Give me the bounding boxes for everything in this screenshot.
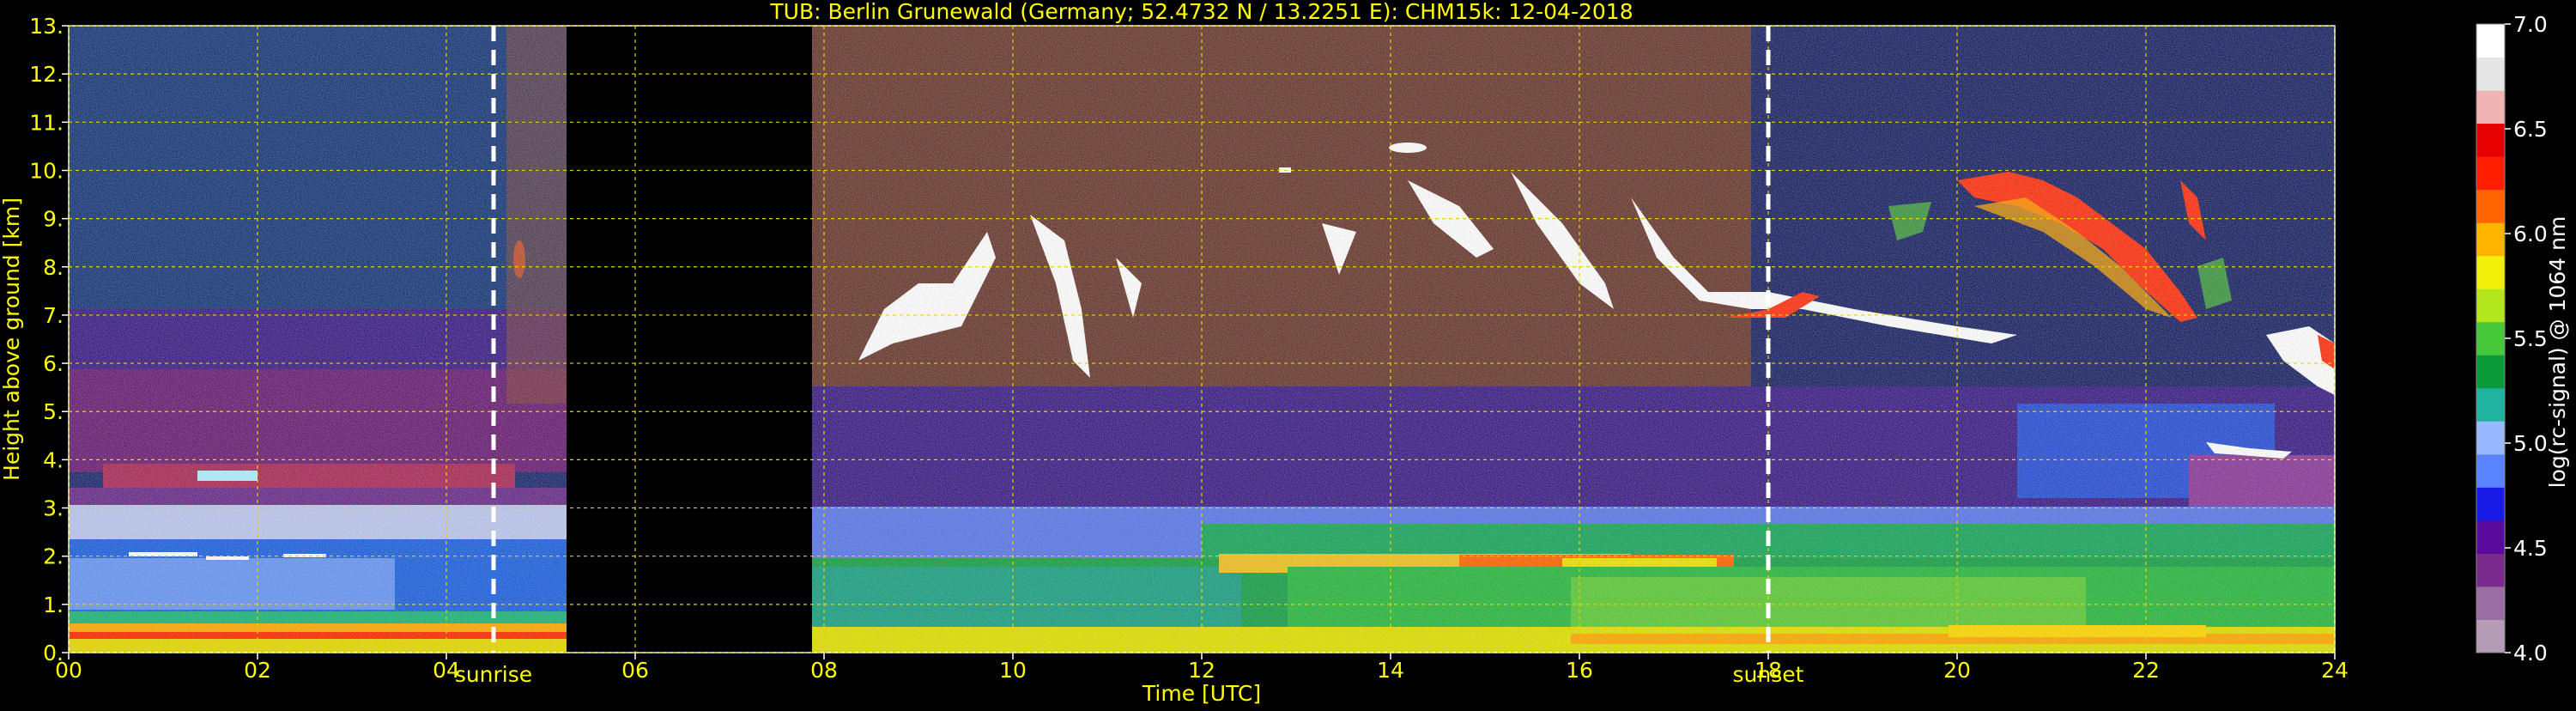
colorbar-tick-label: 6.5 bbox=[2513, 117, 2548, 142]
y-tick-label: 7. bbox=[43, 303, 64, 328]
colorbar-segment bbox=[2476, 387, 2505, 422]
colorbar-segment bbox=[2476, 289, 2505, 323]
y-tick-label: 1. bbox=[43, 592, 64, 617]
colorbar-segment bbox=[2476, 57, 2505, 91]
y-tick-label: 11. bbox=[29, 110, 64, 135]
y-tick-label: 3. bbox=[43, 496, 64, 521]
x-tick-label: 02 bbox=[244, 658, 271, 683]
colorbar-segment bbox=[2476, 255, 2505, 289]
chart-title: TUB: Berlin Grunewald (Germany; 52.4732 … bbox=[769, 0, 1633, 24]
x-tick-label: 08 bbox=[810, 658, 838, 683]
colorbar-tick-label: 6.0 bbox=[2513, 222, 2548, 246]
ceilometer-chart: sunrise sunset 00 02 04 06 08 10 12 14 16 18 20 22 24… bbox=[0, 0, 2576, 708]
chart-svg: sunrise sunset 00 02 04 06 08 10 12 14 16 18 20 22 24… bbox=[0, 0, 2570, 706]
x-tick-label: 06 bbox=[621, 658, 649, 683]
y-tick-label: 10. bbox=[29, 158, 64, 183]
colorbar-segment bbox=[2476, 321, 2505, 356]
colorbar-segment bbox=[2476, 586, 2505, 620]
colorbar-tick-label: 4.5 bbox=[2513, 536, 2548, 561]
y-tick-label: 4. bbox=[43, 447, 64, 472]
y-tick-label: 0. bbox=[43, 641, 64, 665]
colorbar-segment bbox=[2476, 487, 2505, 521]
x-tick-label: 18 bbox=[1755, 658, 1782, 683]
colorbar: 4.0 4.5 5.0 5.5 6.0 6.5 7.0 bbox=[2476, 12, 2548, 665]
x-tick-label: 10 bbox=[999, 658, 1027, 683]
colorbar-segment bbox=[2476, 619, 2505, 653]
sunrise-label: sunrise bbox=[455, 662, 532, 687]
y-tick-label: 5. bbox=[43, 399, 64, 424]
colorbar-segment bbox=[2476, 222, 2505, 257]
colorbar-tick-label: 7.0 bbox=[2513, 12, 2548, 37]
x-tick-label: 16 bbox=[1566, 658, 1593, 683]
y-tick-label: 2. bbox=[43, 544, 64, 569]
y-tick-label: 9. bbox=[43, 207, 64, 232]
colorbar-segment bbox=[2476, 421, 2505, 455]
colorbar-tick-label: 5.5 bbox=[2513, 326, 2548, 351]
y-tick-label: 8. bbox=[43, 255, 64, 280]
colorbar-segment bbox=[2476, 156, 2505, 191]
colorbar-tick-label: 4.0 bbox=[2513, 641, 2548, 665]
colorbar-segment bbox=[2476, 355, 2505, 389]
colorbar-segment bbox=[2476, 520, 2505, 554]
x-axis-label: Time [UTC] bbox=[1142, 681, 1261, 706]
x-tick-label: 20 bbox=[1943, 658, 1971, 683]
x-tick-label: 24 bbox=[2321, 658, 2349, 683]
colorbar-tick-label: 5.0 bbox=[2513, 431, 2548, 456]
y-axis-label: Height above ground [km] bbox=[0, 198, 24, 481]
colorbar-label: log(rc-signal) @ 1064 nm bbox=[2545, 216, 2570, 489]
y-tick-label: 6. bbox=[43, 351, 64, 376]
colorbar-segment bbox=[2476, 553, 2505, 587]
signal-field bbox=[69, 26, 2335, 653]
colorbar-segment bbox=[2476, 453, 2505, 488]
y-tick-label: 13. bbox=[29, 14, 64, 39]
colorbar-segment bbox=[2476, 189, 2505, 223]
x-tick-label: 04 bbox=[433, 658, 460, 683]
x-tick-label: 12 bbox=[1188, 658, 1215, 683]
y-tick-label: 12. bbox=[29, 62, 64, 87]
colorbar-segment bbox=[2476, 123, 2505, 157]
x-tick-label: 22 bbox=[2132, 658, 2160, 683]
colorbar-segment bbox=[2476, 24, 2505, 58]
colorbar-segment bbox=[2476, 90, 2505, 125]
x-tick-label: 14 bbox=[1377, 658, 1404, 683]
